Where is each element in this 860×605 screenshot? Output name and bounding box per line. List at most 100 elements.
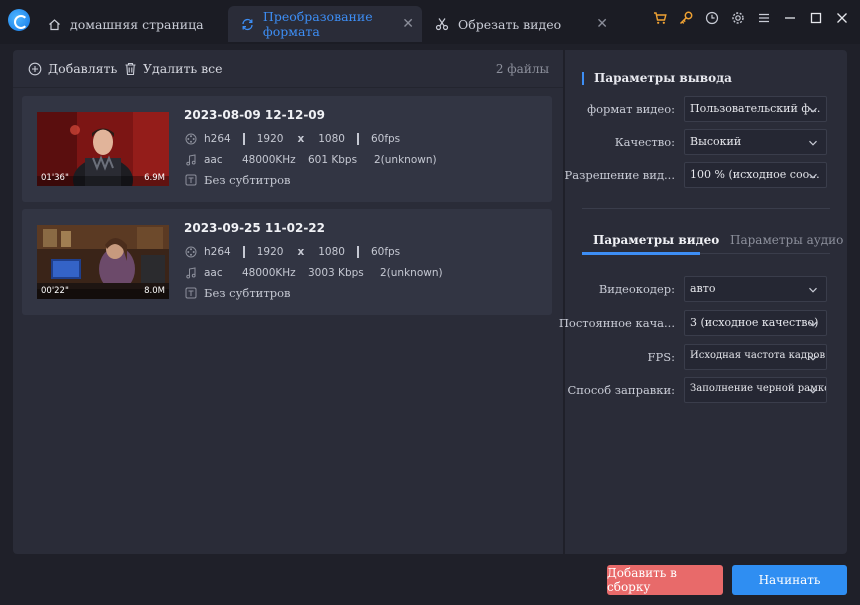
resolution-label: Разрешение вид... bbox=[564, 168, 675, 182]
fps-label: FPS: bbox=[647, 350, 675, 364]
file-name: 2023-08-09 12-12-09 bbox=[184, 108, 325, 122]
subtitle-status: Без субтитров bbox=[204, 286, 291, 300]
gear-icon[interactable] bbox=[730, 10, 746, 26]
quality-row: Качество: Высокий bbox=[565, 129, 847, 155]
subtitle-status: Без субтитров bbox=[204, 173, 291, 187]
quality-dropdown[interactable]: Высокий bbox=[684, 129, 827, 155]
video-fps: 60fps bbox=[370, 246, 401, 258]
format-dropdown[interactable]: Пользовательский ф... bbox=[684, 96, 827, 122]
resolution-separator: x bbox=[297, 133, 305, 145]
video-size: 8.0M bbox=[144, 286, 165, 296]
divider bbox=[356, 246, 359, 258]
fps-dropdown[interactable]: Исходная частота кадров bbox=[684, 344, 827, 370]
encoder-dropdown[interactable]: авто bbox=[684, 276, 827, 302]
video-duration: 00'22" bbox=[41, 286, 69, 296]
video-info-row: h264 1920 x 1080 60fps bbox=[184, 132, 400, 146]
resolution-row: Разрешение вид... 100 % (исходное соо... bbox=[564, 162, 847, 188]
video-thumbnail[interactable]: 00'22" 8.0M bbox=[37, 225, 169, 299]
video-width: 1920 bbox=[256, 246, 284, 258]
subtitle-icon bbox=[184, 173, 198, 187]
audio-channels: 2(unknown) bbox=[380, 267, 443, 279]
audio-sample-rate: 48000KHz bbox=[242, 154, 296, 166]
trash-icon bbox=[125, 62, 136, 75]
video-duration: 01'36" bbox=[41, 173, 69, 183]
key-icon[interactable] bbox=[678, 10, 694, 26]
file-card[interactable]: 00'22" 8.0M 2023-09-25 11-02-22 h264 192… bbox=[22, 209, 552, 315]
tab-home-label: домашняя страница bbox=[70, 16, 204, 32]
fps-value: Исходная частота кадров bbox=[690, 350, 826, 361]
video-size: 6.9M bbox=[144, 173, 165, 183]
audio-bitrate: 601 Kbps bbox=[308, 154, 358, 166]
fill-method-dropdown[interactable]: Заполнение черной рамкой bbox=[684, 377, 827, 403]
fill-method-label: Способ заправки: bbox=[567, 383, 675, 397]
divider bbox=[356, 133, 359, 145]
app-logo-icon bbox=[8, 9, 30, 31]
constant-quality-label: Постоянное кача... bbox=[558, 316, 675, 330]
video-codec: h264 bbox=[204, 246, 231, 258]
subtitle-icon bbox=[184, 286, 198, 300]
video-codec: h264 bbox=[204, 133, 231, 145]
tab-trim-close-icon[interactable]: ✕ bbox=[596, 16, 608, 32]
subtitle-row[interactable]: Без субтитров bbox=[184, 286, 290, 300]
file-name: 2023-09-25 11-02-22 bbox=[184, 221, 325, 235]
video-height: 1080 bbox=[318, 246, 345, 258]
tab-trim[interactable]: Обрезать видео ✕ bbox=[422, 8, 616, 40]
file-toolbar: Добавлять Удалить все 2 файлы bbox=[13, 50, 563, 88]
menu-icon[interactable] bbox=[756, 10, 772, 26]
tab-trim-label: Обрезать видео bbox=[458, 16, 562, 32]
encoder-value: авто bbox=[690, 282, 716, 295]
file-card[interactable]: 01'36" 6.9M 2023-08-09 12-12-09 h264 192… bbox=[22, 96, 552, 202]
audio-info-row: aac 48000KHz 3003 Kbps 2(unknown) bbox=[184, 266, 443, 280]
audio-codec: aac bbox=[204, 154, 223, 166]
chevron-down-icon bbox=[809, 287, 817, 293]
clock-icon[interactable] bbox=[704, 10, 720, 26]
fps-row: FPS: Исходная частота кадров bbox=[565, 344, 847, 370]
add-to-batch-button[interactable]: Добавить в сборку bbox=[607, 565, 723, 595]
audio-info-row: aac 48000KHz 601 Kbps 2(unknown) bbox=[184, 153, 437, 167]
start-button[interactable]: Начинать bbox=[732, 565, 847, 595]
tab-video-params[interactable]: Параметры видео bbox=[593, 233, 719, 247]
constant-quality-dropdown[interactable]: 3 (исходное качество) bbox=[684, 310, 827, 336]
encoder-label: Видеокодер: bbox=[598, 282, 675, 296]
constant-quality-row: Постоянное кача... 3 (исходное качество) bbox=[559, 310, 847, 336]
video-fps: 60fps bbox=[370, 133, 401, 145]
video-thumbnail[interactable]: 01'36" 6.9M bbox=[37, 112, 169, 186]
resolution-dropdown[interactable]: 100 % (исходное соо... bbox=[684, 162, 827, 188]
convert-icon bbox=[240, 16, 255, 32]
cart-icon[interactable] bbox=[652, 10, 668, 26]
active-tab-indicator bbox=[582, 252, 700, 255]
delete-all-label: Удалить все bbox=[143, 61, 223, 76]
chevron-down-icon bbox=[809, 107, 817, 113]
close-icon[interactable] bbox=[834, 10, 850, 26]
chevron-down-icon bbox=[809, 355, 817, 361]
divider bbox=[242, 246, 245, 258]
delete-all-button[interactable]: Удалить все bbox=[124, 61, 223, 76]
quality-value: Высокий bbox=[690, 135, 742, 148]
quality-label: Качество: bbox=[614, 135, 675, 149]
minimize-icon[interactable] bbox=[782, 10, 798, 26]
chevron-down-icon bbox=[809, 388, 817, 394]
file-list-panel: Добавлять Удалить все 2 файлы 01'36" 6.9… bbox=[13, 50, 563, 554]
add-button[interactable]: Добавлять bbox=[28, 61, 117, 76]
resolution-value: 100 % (исходное соо... bbox=[690, 168, 820, 181]
divider bbox=[242, 133, 245, 145]
subtitle-row[interactable]: Без субтитров bbox=[184, 173, 290, 187]
maximize-icon[interactable] bbox=[808, 10, 824, 26]
tab-audio-params[interactable]: Параметры аудио bbox=[730, 233, 843, 247]
tab-convert-close-icon[interactable]: ✕ bbox=[402, 16, 414, 32]
video-height: 1080 bbox=[318, 133, 345, 145]
format-value: Пользовательский ф... bbox=[690, 102, 821, 115]
scissors-icon bbox=[434, 16, 450, 32]
fill-method-row: Способ заправки: Заполнение черной рамко… bbox=[565, 377, 847, 403]
file-count: 2 файлы bbox=[495, 62, 549, 76]
video-reel-icon bbox=[184, 245, 198, 259]
audio-codec: aac bbox=[204, 267, 223, 279]
tab-convert-label: Преобразование формата bbox=[262, 9, 373, 39]
output-settings-panel: Параметры вывода формат видео: Пользоват… bbox=[559, 50, 847, 554]
tab-convert[interactable]: Преобразование формата ✕ bbox=[228, 6, 422, 42]
audio-sample-rate: 48000KHz bbox=[242, 267, 296, 279]
tab-home[interactable]: домашняя страница bbox=[34, 8, 224, 40]
format-row: формат видео: Пользовательский ф... bbox=[565, 96, 847, 122]
chevron-down-icon bbox=[809, 140, 817, 146]
audio-bitrate: 3003 Kbps bbox=[308, 267, 364, 279]
